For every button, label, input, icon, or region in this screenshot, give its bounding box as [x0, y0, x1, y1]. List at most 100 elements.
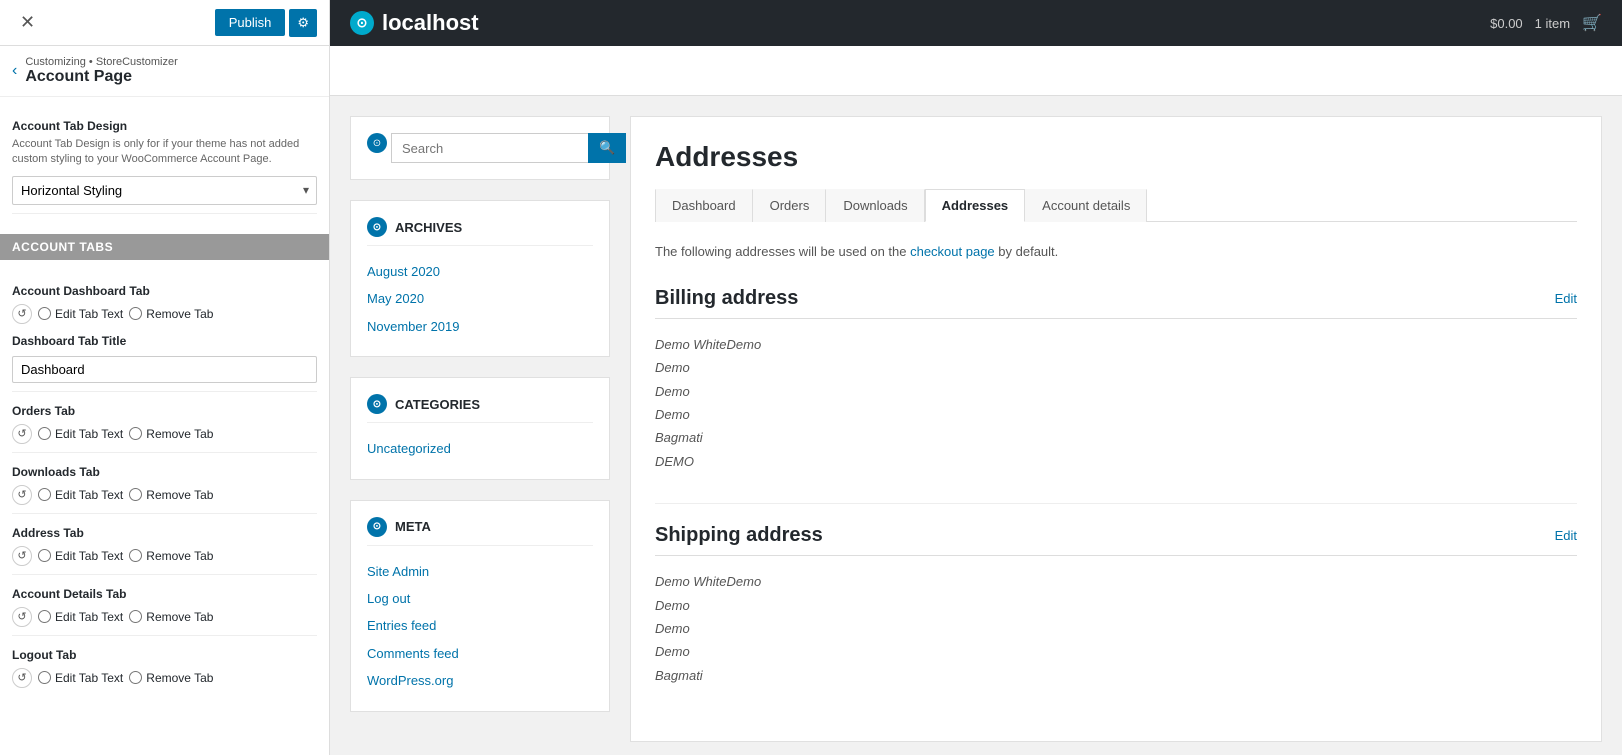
address-remove-radio[interactable]	[129, 549, 142, 562]
dashboard-remove-radio[interactable]	[129, 307, 142, 320]
archives-link-aug2020[interactable]: August 2020	[367, 258, 593, 285]
cart-price: $0.00	[1490, 16, 1523, 31]
account-tabs-section-heading: Account Tabs	[0, 234, 329, 260]
downloads-refresh-button[interactable]: ↺	[12, 485, 32, 505]
site-name: localhost	[382, 10, 479, 36]
categories-widget-title: ⊙ CATEGORIES	[367, 394, 593, 423]
billing-line-4: Demo	[655, 403, 1577, 426]
account-details-remove-radio-group[interactable]: Remove Tab	[129, 610, 213, 624]
billing-address-title: Billing address	[655, 287, 798, 310]
shipping-line-1: Demo WhiteDemo	[655, 570, 1577, 593]
address-remove-radio-group[interactable]: Remove Tab	[129, 549, 213, 563]
downloads-remove-radio-group[interactable]: Remove Tab	[129, 488, 213, 502]
billing-line-3: Demo	[655, 380, 1577, 403]
categories-link-uncategorized[interactable]: Uncategorized	[367, 435, 593, 462]
search-button[interactable]: 🔍	[588, 133, 626, 163]
account-page-title: Addresses	[655, 141, 1577, 173]
archives-link-may2020[interactable]: May 2020	[367, 285, 593, 312]
dashboard-title-input[interactable]	[12, 356, 317, 383]
shipping-address-lines: Demo WhiteDemo Demo Demo Demo Bagmati	[655, 570, 1577, 687]
downloads-remove-radio[interactable]	[129, 488, 142, 501]
orders-edit-radio-group[interactable]: Edit Tab Text	[38, 427, 123, 441]
shipping-line-5: Bagmati	[655, 664, 1577, 687]
tab-downloads[interactable]: Downloads	[826, 189, 924, 222]
cart-icon[interactable]: 🛒	[1582, 13, 1602, 33]
orders-edit-radio[interactable]	[38, 427, 51, 440]
tabs-content: Account Dashboard Tab ↺ Edit Tab Text Re…	[0, 260, 329, 706]
orders-remove-radio-group[interactable]: Remove Tab	[129, 427, 213, 441]
meta-link-site-admin[interactable]: Site Admin	[367, 558, 593, 585]
orders-refresh-button[interactable]: ↺	[12, 424, 32, 444]
meta-link-wordpress[interactable]: WordPress.org	[367, 667, 593, 694]
left-panel: ✕ Publish ⚙ ‹ Customizing • StoreCustomi…	[0, 0, 330, 755]
back-nav: ‹ Customizing • StoreCustomizer Account …	[0, 46, 329, 97]
logout-remove-label: Remove Tab	[146, 671, 213, 685]
logout-refresh-button[interactable]: ↺	[12, 668, 32, 688]
meta-link-log-out[interactable]: Log out	[367, 585, 593, 612]
downloads-edit-radio-group[interactable]: Edit Tab Text	[38, 488, 123, 502]
logout-edit-radio-group[interactable]: Edit Tab Text	[38, 671, 123, 685]
categories-title: CATEGORIES	[395, 397, 480, 412]
address-edit-radio[interactable]	[38, 549, 51, 562]
account-tab-design-label: Account Tab Design	[12, 119, 317, 133]
left-content: Account Tab Design Account Tab Design is…	[0, 97, 329, 234]
meta-widget: ⊙ META Site Admin Log out Entries feed C…	[350, 500, 610, 712]
account-content: Addresses Dashboard Orders Downloads Add…	[630, 116, 1602, 742]
search-input[interactable]	[391, 133, 588, 163]
top-nav: ⊙ localhost $0.00 1 item 🛒	[330, 0, 1622, 46]
orders-remove-radio[interactable]	[129, 427, 142, 440]
archives-link-nov2019[interactable]: November 2019	[367, 313, 593, 340]
downloads-tab-row: ↺ Edit Tab Text Remove Tab	[12, 485, 317, 505]
tab-account-details[interactable]: Account details	[1025, 189, 1147, 222]
account-tab-design-note: Account Tab Design is only for if your t…	[12, 137, 317, 168]
dashboard-remove-radio-group[interactable]: Remove Tab	[129, 307, 213, 321]
publish-settings-button[interactable]: ⚙	[289, 9, 317, 37]
dashboard-tab-row: ↺ Edit Tab Text Remove Tab	[12, 304, 317, 324]
address-refresh-button[interactable]: ↺	[12, 546, 32, 566]
dashboard-remove-label: Remove Tab	[146, 307, 213, 321]
account-details-edit-radio-group[interactable]: Edit Tab Text	[38, 610, 123, 624]
dashboard-refresh-button[interactable]: ↺	[12, 304, 32, 324]
tab-dashboard[interactable]: Dashboard	[655, 189, 753, 222]
styling-dropdown-wrapper[interactable]: Horizontal Styling Vertical Styling ▾	[12, 176, 317, 205]
dashboard-edit-radio-group[interactable]: Edit Tab Text	[38, 307, 123, 321]
archives-widget: ⊙ ARCHIVES August 2020 May 2020 November…	[350, 200, 610, 357]
account-details-refresh-button[interactable]: ↺	[12, 607, 32, 627]
meta-widget-title: ⊙ META	[367, 517, 593, 546]
checkout-link[interactable]: checkout page	[910, 244, 995, 259]
address-edit-radio-group[interactable]: Edit Tab Text	[38, 549, 123, 563]
logout-remove-radio[interactable]	[129, 671, 142, 684]
close-button[interactable]: ✕	[12, 8, 43, 37]
account-details-tab-row: ↺ Edit Tab Text Remove Tab	[12, 607, 317, 627]
billing-edit-link[interactable]: Edit	[1555, 291, 1577, 306]
right-panel: ⊙ localhost $0.00 1 item 🛒 ⊙ 🔍	[330, 0, 1622, 755]
cart-area: $0.00 1 item 🛒	[1490, 13, 1602, 33]
logout-edit-radio[interactable]	[38, 671, 51, 684]
downloads-edit-radio[interactable]	[38, 488, 51, 501]
account-details-edit-label: Edit Tab Text	[55, 610, 123, 624]
shipping-edit-link[interactable]: Edit	[1555, 528, 1577, 543]
tab-orders[interactable]: Orders	[753, 189, 827, 222]
tab-addresses[interactable]: Addresses	[925, 189, 1025, 222]
styling-dropdown[interactable]: Horizontal Styling Vertical Styling	[12, 176, 317, 205]
search-widget: ⊙ 🔍	[350, 116, 610, 180]
breadcrumb: Customizing • StoreCustomizer	[25, 56, 177, 68]
address-remove-label: Remove Tab	[146, 549, 213, 563]
account-details-edit-radio[interactable]	[38, 610, 51, 623]
back-chevron-icon[interactable]: ‹	[12, 62, 17, 80]
breadcrumb-area: Customizing • StoreCustomizer Account Pa…	[25, 56, 177, 86]
logout-tab-label: Logout Tab	[12, 648, 317, 662]
account-details-remove-radio[interactable]	[129, 610, 142, 623]
downloads-tab-label: Downloads Tab	[12, 465, 317, 479]
orders-edit-label: Edit Tab Text	[55, 427, 123, 441]
publish-area: Publish ⚙	[215, 9, 317, 37]
publish-button[interactable]: Publish	[215, 9, 286, 36]
meta-link-comments-feed[interactable]: Comments feed	[367, 640, 593, 667]
search-widget-icon: ⊙	[367, 133, 387, 153]
billing-line-2: Demo	[655, 356, 1577, 379]
dashboard-edit-radio[interactable]	[38, 307, 51, 320]
meta-link-entries-feed[interactable]: Entries feed	[367, 612, 593, 639]
logout-remove-radio-group[interactable]: Remove Tab	[129, 671, 213, 685]
account-details-remove-label: Remove Tab	[146, 610, 213, 624]
archives-widget-title: ⊙ ARCHIVES	[367, 217, 593, 246]
